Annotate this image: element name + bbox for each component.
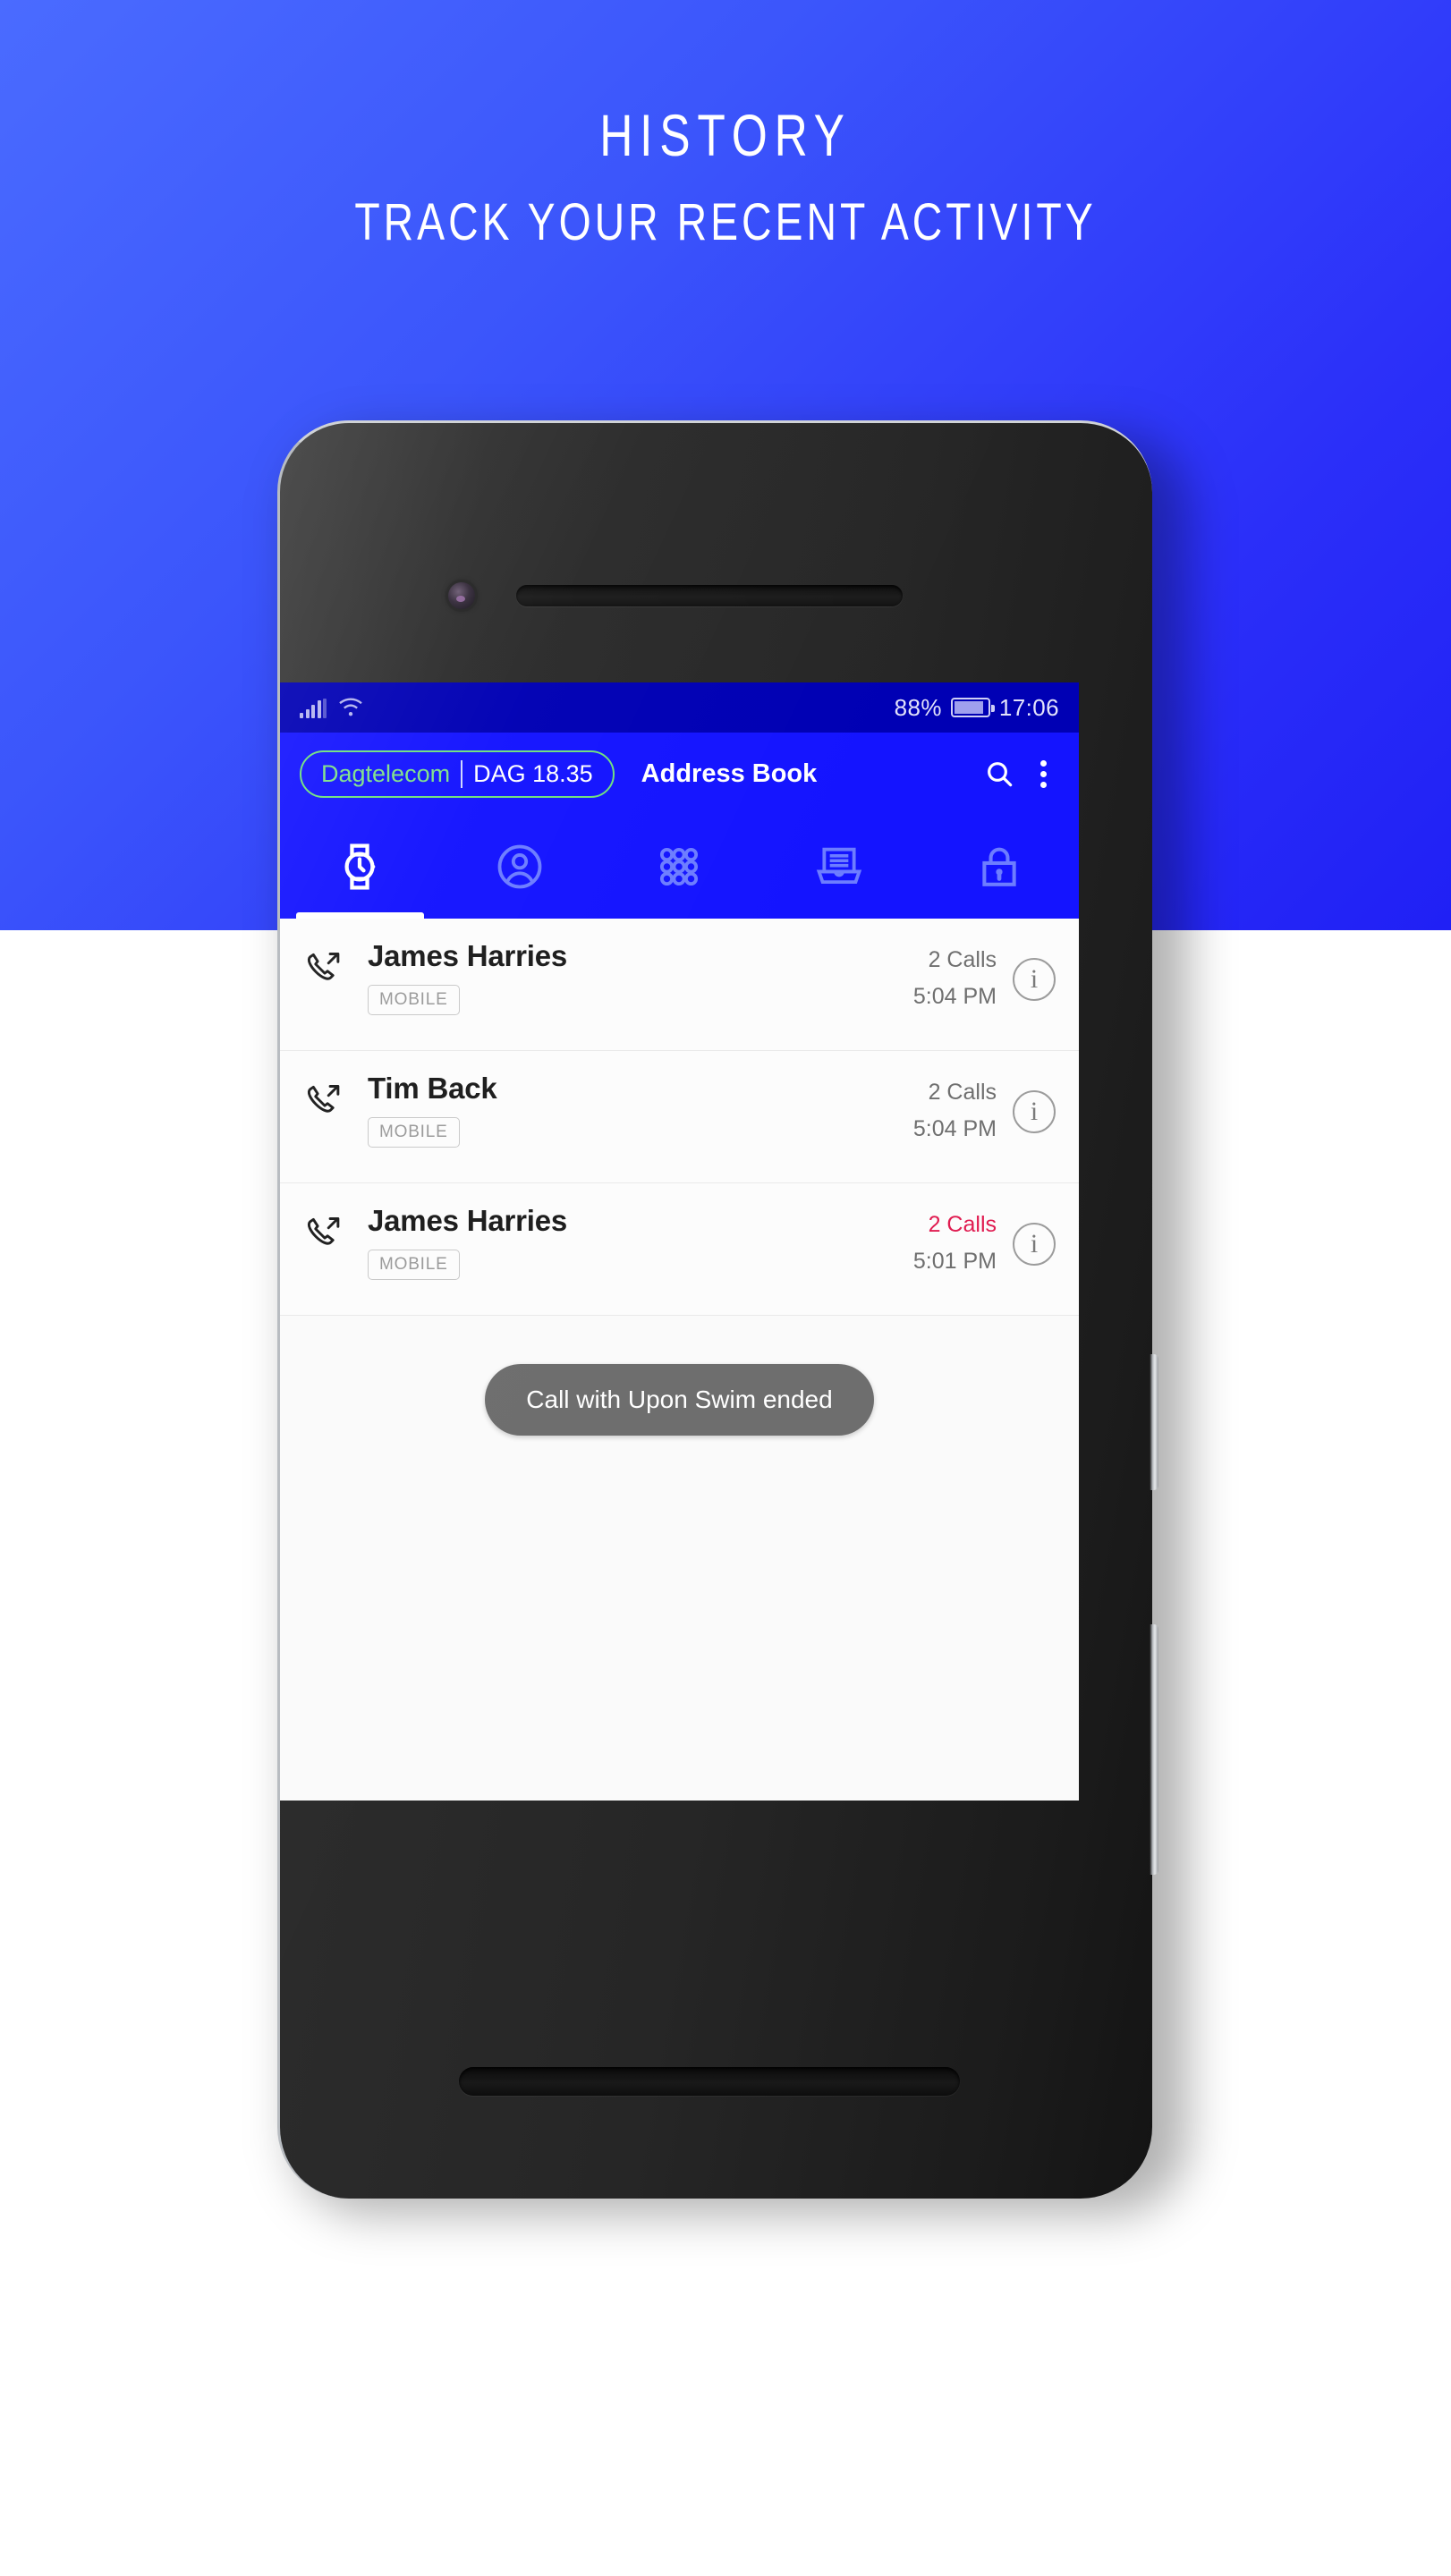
search-icon[interactable] — [985, 759, 1014, 788]
outgoing-call-icon — [307, 1085, 340, 1113]
app-bar: Dagtelecom DAG 18.35 Address Book — [280, 733, 1079, 815]
call-history-list: James Harries MOBILE 2 Calls 5:04 PM i T… — [280, 919, 1079, 1316]
tab-secure[interactable] — [919, 815, 1079, 919]
page-title: HISTORY — [599, 102, 852, 168]
volume-button[interactable] — [1150, 1354, 1158, 1490]
tab-keypad[interactable] — [599, 815, 759, 919]
phone-screen: 88% 17:06 Dagtelecom DAG 18.35 Address B… — [280, 682, 1079, 1801]
call-time: 5:04 PM — [912, 984, 997, 1009]
cellular-signal-icon — [300, 699, 327, 718]
phone-mockup: 88% 17:06 Dagtelecom DAG 18.35 Address B… — [277, 420, 1188, 2215]
table-row[interactable]: Tim Back MOBILE 2 Calls 5:04 PM i — [280, 1051, 1079, 1183]
power-button[interactable] — [1150, 1624, 1158, 1875]
call-details: James Harries MOBILE — [359, 1204, 913, 1281]
call-time: 5:01 PM — [912, 1249, 997, 1274]
dialpad-icon — [660, 847, 699, 886]
person-circle-icon — [497, 844, 542, 889]
info-icon[interactable]: i — [1013, 1090, 1056, 1133]
front-camera-icon — [448, 582, 475, 609]
outgoing-call-icon — [307, 1217, 340, 1245]
bottom-speaker-grille — [459, 2067, 960, 2096]
contact-name: Tim Back — [368, 1072, 497, 1105]
watch-history-icon — [344, 843, 376, 890]
contact-name: James Harries — [368, 939, 568, 972]
call-meta: 2 Calls 5:04 PM — [913, 1072, 997, 1142]
hero-headline: HISTORY TRACK YOUR RECENT ACTIVITY — [0, 106, 1451, 249]
info-icon[interactable]: i — [1013, 1223, 1056, 1266]
table-row[interactable]: James Harries MOBILE 2 Calls 5:01 PM i — [280, 1183, 1079, 1316]
battery-percent-label: 88% — [894, 693, 942, 721]
status-bar-left — [300, 697, 364, 718]
lock-icon — [981, 847, 1016, 886]
call-direction-cell — [303, 1072, 359, 1125]
page-subtitle: TRACK YOUR RECENT ACTIVITY — [354, 193, 1097, 251]
status-bar-right: 88% 17:06 — [895, 694, 1059, 722]
tab-messages[interactable] — [759, 815, 920, 919]
call-count: 2 Calls — [928, 1080, 997, 1105]
info-icon[interactable]: i — [1013, 958, 1056, 1001]
call-direction-cell — [303, 1205, 359, 1258]
wifi-icon — [339, 698, 362, 716]
call-meta: 2 Calls 5:04 PM — [913, 940, 997, 1010]
tab-history[interactable] — [280, 815, 440, 919]
tab-bar — [280, 815, 1079, 919]
brand-version: DAG 18.35 — [473, 759, 593, 787]
call-count: 2 Calls — [928, 947, 997, 972]
phone-body: 88% 17:06 Dagtelecom DAG 18.35 Address B… — [277, 420, 1152, 2199]
table-row[interactable]: James Harries MOBILE 2 Calls 5:04 PM i — [280, 919, 1079, 1051]
app-bar-actions — [985, 757, 1059, 792]
contact-name: James Harries — [368, 1204, 568, 1237]
call-time: 5:04 PM — [912, 1116, 997, 1141]
call-details: Tim Back MOBILE — [359, 1072, 913, 1148]
number-type-badge: MOBILE — [368, 1250, 460, 1281]
clock-label: 17:06 — [998, 693, 1059, 721]
battery-icon — [950, 698, 995, 717]
call-details: James Harries MOBILE — [359, 939, 913, 1016]
overflow-menu-icon[interactable] — [1033, 757, 1054, 792]
app-bar-title: Address Book — [641, 758, 818, 788]
status-bar: 88% 17:06 — [280, 682, 1079, 733]
toast-container: Call with Upon Swim ended — [280, 1364, 1079, 1436]
call-count: 2 Calls — [928, 1212, 997, 1237]
tab-contacts[interactable] — [440, 815, 600, 919]
status-toast: Call with Upon Swim ended — [485, 1364, 874, 1436]
number-type-badge: MOBILE — [368, 985, 460, 1016]
number-type-badge: MOBILE — [368, 1117, 460, 1148]
earpiece-speaker — [516, 585, 903, 606]
outgoing-call-icon — [307, 953, 340, 980]
call-meta: 2 Calls 5:01 PM — [913, 1205, 997, 1275]
call-direction-cell — [303, 940, 359, 993]
brand-pill[interactable]: Dagtelecom DAG 18.35 — [300, 750, 615, 798]
brand-name: Dagtelecom — [321, 759, 463, 788]
laptop-message-icon — [816, 847, 862, 885]
